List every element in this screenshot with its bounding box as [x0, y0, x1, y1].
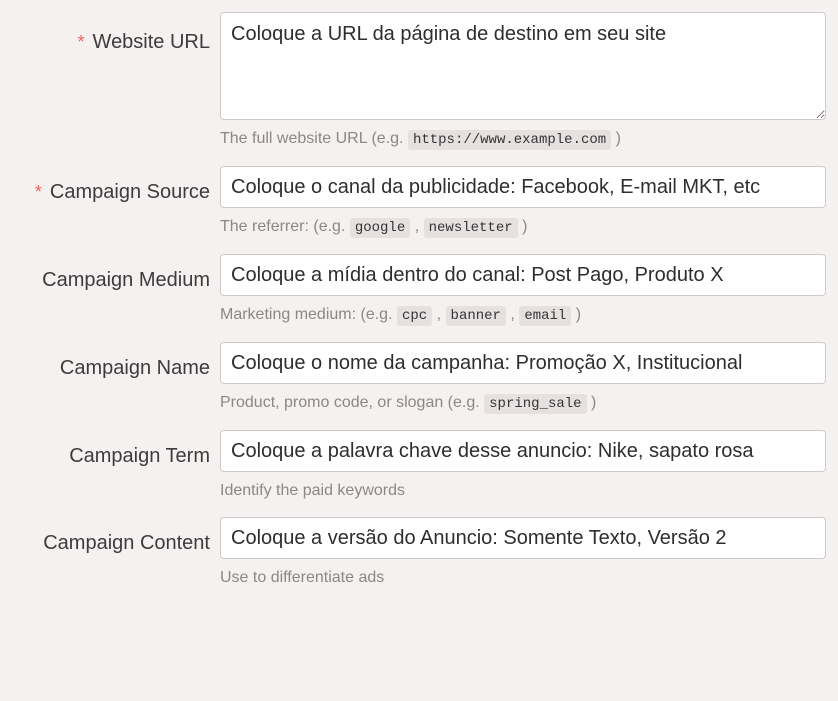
help-suffix: ): [522, 218, 528, 235]
required-asterisk-icon: *: [34, 182, 42, 202]
field-control: The referrer: (e.g. google , newsletter …: [220, 166, 838, 238]
help-prefix: The full website URL (e.g.: [220, 130, 404, 147]
field-row: Campaign Content Use to differentiate ads: [0, 517, 838, 588]
website-url-textarea[interactable]: Coloque a URL da página de destino em se…: [220, 12, 826, 120]
field-label-text: Campaign Name: [59, 357, 210, 379]
field-label: Campaign Content: [0, 517, 220, 555]
field-row: Campaign Term Identify the paid keywords: [0, 430, 838, 501]
field-help-text: The referrer: (e.g. google , newsletter …: [220, 217, 826, 238]
field-control: Coloque a URL da página de destino em se…: [220, 12, 838, 150]
field-row: * Website URL Coloque a URL da página de d…: [0, 12, 838, 150]
help-separator: ,: [436, 306, 442, 323]
required-asterisk-icon: *: [77, 32, 85, 52]
field-label-text: Campaign Content: [43, 532, 210, 554]
help-prefix: Identify the paid keywords: [220, 482, 405, 499]
help-prefix: Use to differentiate ads: [220, 569, 385, 586]
field-label-text: Campaign Source: [49, 181, 210, 203]
field-text-input[interactable]: [220, 517, 826, 559]
help-suffix: ): [591, 394, 597, 411]
field-label: Campaign Term: [0, 430, 220, 468]
field-row: Campaign Medium Marketing medium: (e.g. c…: [0, 254, 838, 326]
field-control: Marketing medium: (e.g. cpc , banner , e…: [220, 254, 838, 326]
help-code-chip: spring_sale: [484, 394, 587, 414]
field-text-input[interactable]: [220, 342, 826, 384]
help-code-chip: cpc: [396, 306, 433, 326]
help-separator: ,: [414, 218, 420, 235]
field-help-text: The full website URL (e.g. https://www.e…: [220, 129, 826, 150]
help-code-chip: email: [519, 306, 572, 326]
help-prefix: Marketing medium: (e.g.: [220, 306, 393, 323]
help-prefix: Product, promo code, or slogan (e.g.: [220, 394, 480, 411]
field-label-text: Website URL: [92, 31, 210, 53]
field-row: * Campaign Source The referrer: (e.g. goog…: [0, 166, 838, 238]
field-help-text: Product, promo code, or slogan (e.g. spr…: [220, 393, 826, 414]
field-row: Campaign Name Product, promo code, or slo…: [0, 342, 838, 414]
help-suffix: ): [615, 130, 621, 147]
field-text-input[interactable]: [220, 166, 826, 208]
help-separator: ,: [510, 306, 515, 323]
help-prefix: The referrer: (e.g.: [220, 218, 346, 235]
field-help-text: Marketing medium: (e.g. cpc , banner , e…: [220, 305, 826, 326]
field-label: Campaign Name: [0, 342, 220, 380]
field-text-input[interactable]: [220, 254, 826, 296]
field-label-text: Campaign Medium: [42, 269, 210, 291]
field-label: Campaign Medium: [0, 254, 220, 292]
field-label: * Campaign Source: [0, 166, 220, 204]
help-code-chip: https://www.example.com: [407, 130, 612, 150]
field-text-input[interactable]: [220, 430, 826, 472]
field-label-text: Campaign Term: [69, 445, 210, 467]
help-code-chip: newsletter: [423, 218, 518, 238]
field-help-text: Identify the paid keywords: [220, 481, 826, 501]
utm-campaign-builder-form: * Website URL Coloque a URL da página de d…: [0, 12, 838, 588]
help-suffix: ): [575, 306, 582, 323]
field-control: Identify the paid keywords: [220, 430, 838, 501]
help-code-chip: google: [349, 218, 411, 238]
field-control: Use to differentiate ads: [220, 517, 838, 588]
field-control: Product, promo code, or slogan (e.g. spr…: [220, 342, 838, 414]
field-label: * Website URL: [0, 12, 220, 54]
help-code-chip: banner: [445, 306, 506, 326]
field-help-text: Use to differentiate ads: [220, 568, 826, 588]
